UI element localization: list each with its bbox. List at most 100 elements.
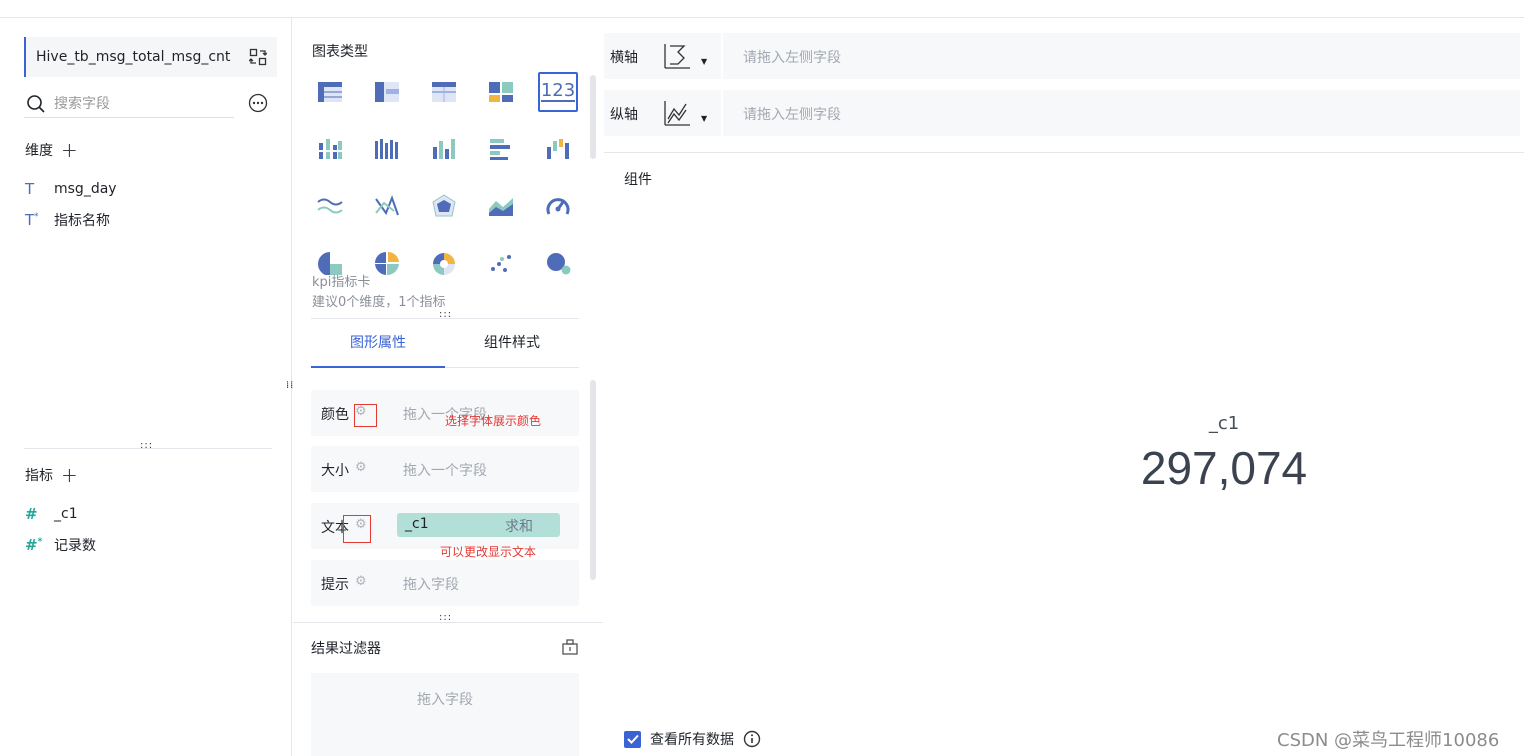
gear-icon[interactable]: ⚙ <box>355 575 369 589</box>
tab-component-style[interactable]: 组件样式 <box>445 330 579 368</box>
field-name: 记录数 <box>54 538 96 554</box>
chart-type-radar[interactable] <box>424 186 464 226</box>
kpi-value: 297,074 <box>1140 442 1308 494</box>
x-axis-label: 横轴 <box>610 50 638 66</box>
measure-field-c1[interactable]: # _c1 <box>25 505 78 523</box>
tab-graph-properties[interactable]: 图形属性 <box>311 330 445 368</box>
column-chart-icon <box>433 139 455 159</box>
section-divider <box>311 318 579 319</box>
info-icon[interactable] <box>743 730 761 748</box>
chart-type-bubble[interactable] <box>538 243 578 283</box>
chart-type-gauge[interactable] <box>538 186 578 226</box>
drop-placeholder: 拖入一个字段 <box>403 463 487 479</box>
chart-type-cross-table[interactable] <box>367 72 407 112</box>
y-axis-shelf[interactable]: 纵轴 ▼ 请拖入左侧字段 <box>604 90 1520 136</box>
chart-type-waterfall[interactable] <box>538 129 578 169</box>
prop-tooltip[interactable]: 提示 ⚙ 拖入字段 <box>311 560 579 606</box>
search-input[interactable] <box>54 95 224 112</box>
chart-type-scatter[interactable] <box>481 243 521 283</box>
add-measure-button[interactable]: + <box>61 465 78 485</box>
chart-type-kpi[interactable]: 123 <box>538 72 578 112</box>
y-axis-placeholder: 请拖入左侧字段 <box>743 107 841 123</box>
result-filter-dropzone[interactable]: 拖入字段 <box>311 673 579 756</box>
panel-divider <box>24 448 272 449</box>
chart-type-area[interactable] <box>481 186 521 226</box>
switch-dataset-icon[interactable] <box>249 48 267 66</box>
shelf-separator <box>721 33 723 79</box>
bubble-icon <box>547 253 571 275</box>
drop-placeholder: 拖入字段 <box>403 577 459 593</box>
dimension-field-msg-day[interactable]: T msg_day <box>25 180 117 198</box>
number-glyph: # <box>25 536 38 554</box>
dimensions-title: 维度 <box>25 143 53 159</box>
x-axis-icon[interactable] <box>662 42 692 70</box>
field-search[interactable] <box>24 90 234 118</box>
y-axis-label: 纵轴 <box>610 107 638 123</box>
area-chart-icon <box>489 198 513 216</box>
x-axis-dropdown-icon[interactable]: ▼ <box>701 57 707 66</box>
property-tabs: 图形属性 组件样式 <box>311 330 579 368</box>
chart-type-treemap[interactable] <box>481 72 521 112</box>
view-all-label: 查看所有数据 <box>650 732 734 748</box>
chart-type-detail-table[interactable] <box>424 72 464 112</box>
chart-type-horizontal-bar[interactable] <box>481 129 521 169</box>
chart-type-radar-line[interactable] <box>367 186 407 226</box>
x-axis-shelf[interactable]: 横轴 ▼ 请拖入左侧字段 <box>604 33 1520 79</box>
annotation-color: 选择字体展示颜色 <box>445 414 542 428</box>
resize-handle[interactable]: ::: <box>439 310 452 320</box>
chart-type-column[interactable] <box>424 129 464 169</box>
detail-table-icon <box>432 82 456 102</box>
dataset-selector[interactable]: Hive_tb_msg_total_msg_cnt <box>24 37 277 77</box>
measures-header: 指标 + <box>25 465 78 485</box>
scatter-icon <box>491 255 511 272</box>
checkbox-checked-icon[interactable] <box>624 730 641 748</box>
annotation-box <box>343 515 371 543</box>
resize-handle[interactable]: ::: <box>439 613 452 623</box>
result-filter-title: 结果过滤器 <box>311 641 381 657</box>
chart-type-rose[interactable] <box>424 243 464 283</box>
chart-type-line[interactable] <box>310 186 350 226</box>
pill-aggregation[interactable]: 求和 <box>505 516 533 536</box>
dimension-field-indicator-name[interactable]: T* 指标名称 <box>25 210 110 230</box>
add-dimension-button[interactable]: + <box>61 140 78 160</box>
chart-type-stacked-bar[interactable] <box>310 129 350 169</box>
measure-field-record-count[interactable]: #* 记录数 <box>25 535 96 555</box>
polyline-icon <box>375 195 399 216</box>
more-options-icon[interactable] <box>248 93 268 113</box>
cross-table-icon <box>375 82 399 102</box>
section-divider <box>293 622 603 623</box>
chart-type-grouped-bar[interactable] <box>367 129 407 169</box>
selected-chart-suggestion: 建议0个维度，1个指标 <box>312 295 446 310</box>
shelf-separator <box>721 90 723 136</box>
view-all-data-toggle[interactable]: 查看所有数据 <box>624 729 761 749</box>
field-name: 指标名称 <box>54 213 110 229</box>
field-name: msg_day <box>54 181 117 197</box>
field-pill-c1[interactable]: _c1 求和 <box>397 513 560 537</box>
prop-label: 大小 <box>321 463 349 479</box>
waterfall-icon <box>547 139 569 159</box>
y-axis-dropdown-icon[interactable]: ▼ <box>701 114 707 123</box>
grouped-bar-icon <box>375 139 398 159</box>
prop-label: 提示 <box>321 577 349 593</box>
properties-scrollbar[interactable] <box>590 380 596 580</box>
field-name: _c1 <box>54 506 78 522</box>
component-title: 组件 <box>624 172 652 188</box>
chart-type-scrollbar[interactable] <box>590 75 596 159</box>
chart-config-panel: 图表类型 123 kpi指标卡 建议0个维度，1个指标::: 图形属性 组件样… <box>293 18 603 756</box>
number-icon: # <box>25 505 38 523</box>
rose-chart-icon <box>433 253 455 275</box>
canvas-area: 横轴 ▼ 请拖入左侧字段 纵轴 ▼ 请拖入左侧字段 组件 _c1 297,074 <box>604 18 1524 756</box>
measures-title: 指标 <box>25 468 53 484</box>
watermark: CSDN @菜鸟工程师10086 <box>1277 730 1500 751</box>
chart-type-table[interactable] <box>310 72 350 112</box>
y-axis-icon[interactable] <box>662 99 692 127</box>
prop-size[interactable]: 大小 ⚙ 拖入一个字段 <box>311 446 579 492</box>
line-chart-icon <box>317 198 343 214</box>
field-panel: Hive_tb_msg_total_msg_cnt 维度 + T msg_day… <box>0 18 292 756</box>
kpi-icon: 123 <box>540 80 576 102</box>
chart-type-pie[interactable] <box>367 243 407 283</box>
stacked-bar-icon <box>317 139 343 159</box>
filter-settings-icon[interactable] <box>561 638 579 656</box>
dimensions-header: 维度 + <box>25 140 78 160</box>
gear-icon[interactable]: ⚙ <box>355 461 369 475</box>
